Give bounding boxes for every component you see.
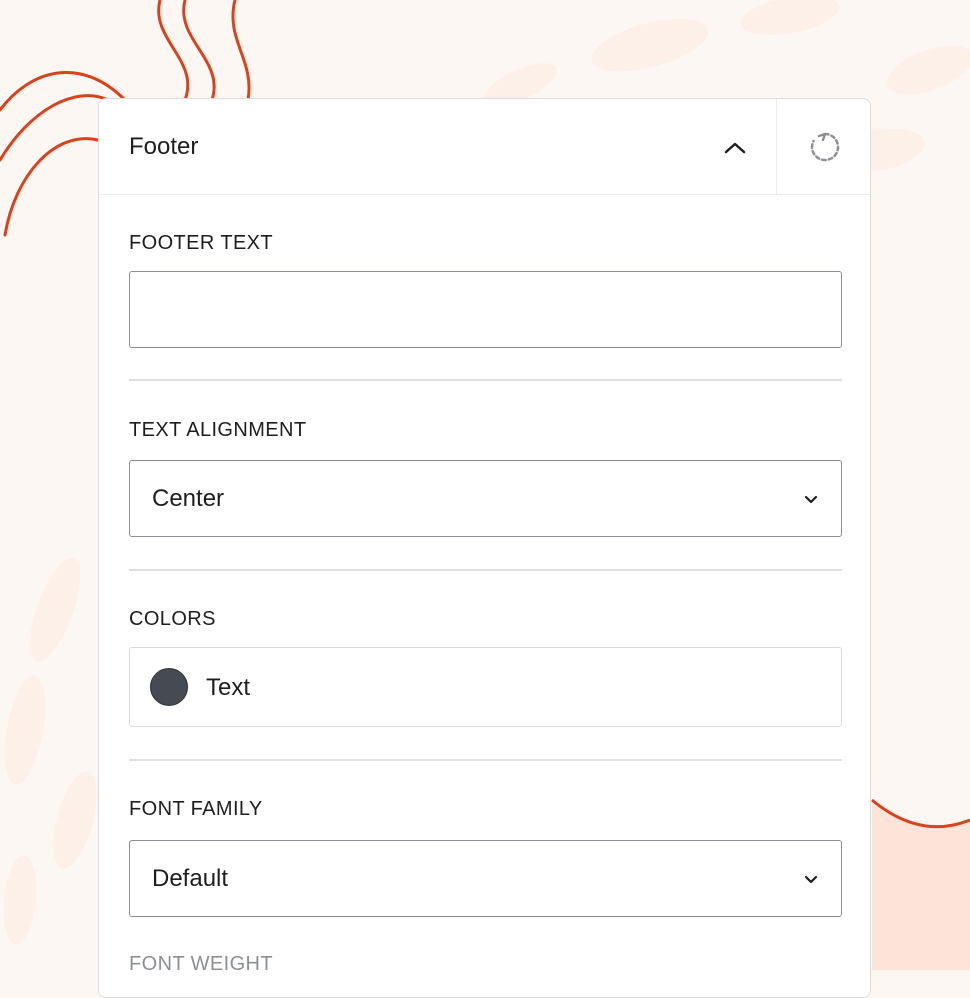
text-alignment-value: Center xyxy=(152,485,225,512)
collapse-button[interactable] xyxy=(695,99,775,194)
footer-text-input[interactable] xyxy=(129,271,842,348)
font-family-label: FONT FAMILY xyxy=(129,798,263,820)
footer-text-label: FOOTER TEXT xyxy=(129,232,274,254)
section-divider xyxy=(129,379,842,381)
footer-settings-panel: Footer FOOTER TEXT TEXT ALIGNMENT Center… xyxy=(98,98,871,998)
section-divider xyxy=(129,569,842,571)
color-swatch xyxy=(150,668,188,706)
colors-label: COLORS xyxy=(129,608,216,630)
font-weight-label: FONT WEIGHT xyxy=(129,953,274,975)
chevron-up-icon xyxy=(724,142,746,153)
font-family-value: Default xyxy=(152,865,229,892)
font-family-select[interactable]: Default xyxy=(129,840,842,917)
reset-button[interactable] xyxy=(777,99,870,194)
panel-title: Footer xyxy=(129,133,199,160)
color-option-label: Text xyxy=(206,674,251,701)
chevron-down-icon xyxy=(804,875,818,884)
text-alignment-label: TEXT ALIGNMENT xyxy=(129,419,307,441)
panel-header[interactable]: Footer xyxy=(99,99,870,195)
reset-icon xyxy=(810,132,839,161)
color-option-text[interactable]: Text xyxy=(129,647,842,727)
text-alignment-select[interactable]: Center xyxy=(129,460,842,537)
chevron-down-icon xyxy=(804,495,818,504)
section-divider xyxy=(129,759,842,761)
